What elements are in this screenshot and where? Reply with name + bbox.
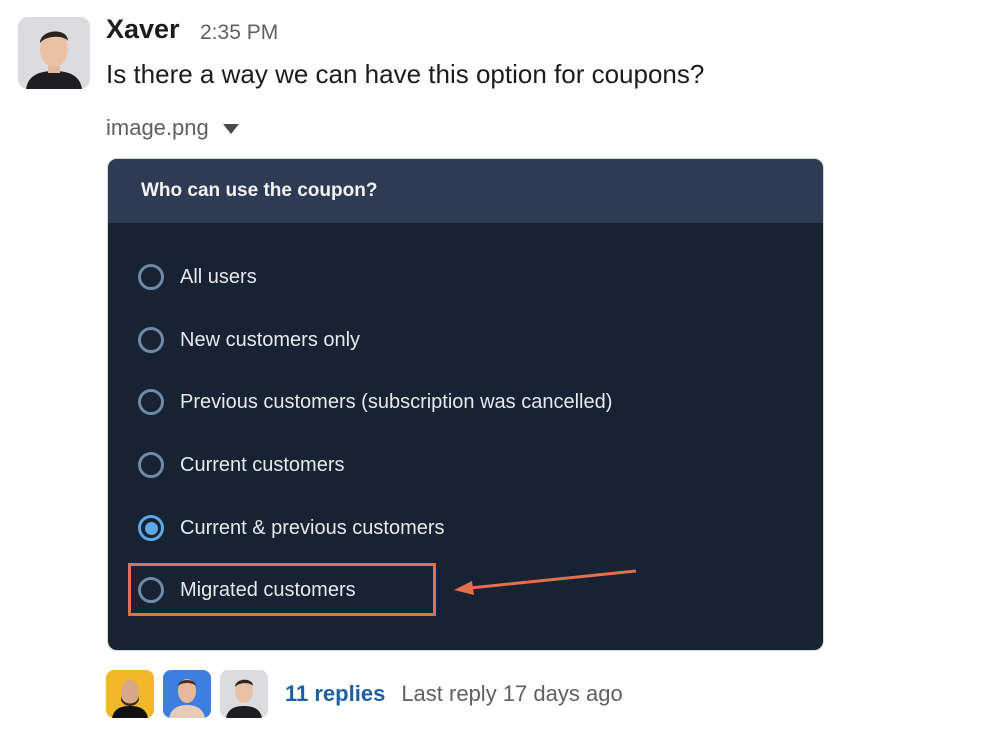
- image-title: Who can use the coupon?: [108, 159, 823, 223]
- highlight-box: [128, 563, 436, 616]
- radio-label: Current customers: [180, 453, 345, 476]
- radio-unchecked-icon: [138, 452, 164, 478]
- caret-down-icon[interactable]: [222, 124, 239, 134]
- radio-option: Previous customers (subscription was can…: [138, 384, 612, 420]
- arrow-left-icon: [454, 569, 637, 595]
- participant-avatar: [163, 670, 211, 718]
- participant-avatar: [220, 670, 268, 718]
- author-name[interactable]: Xaver: [106, 14, 180, 45]
- radio-unchecked-icon: [138, 389, 164, 415]
- radio-label: All users: [180, 265, 257, 288]
- radio-checked-icon: [138, 515, 164, 541]
- attachment-filename: image.png: [106, 115, 209, 140]
- radio-unchecked-icon: [138, 264, 164, 290]
- radio-option: All users: [138, 259, 257, 295]
- message-timestamp[interactable]: 2:35 PM: [200, 21, 278, 45]
- radio-option: Current customers: [138, 447, 345, 483]
- radio-label: Current & previous customers: [180, 516, 445, 539]
- radio-option-selected: Current & previous customers: [138, 510, 445, 546]
- thread-summary[interactable]: 11 replies Last reply 17 days ago: [106, 670, 623, 718]
- radio-unchecked-icon: [138, 327, 164, 353]
- last-reply-text: Last reply 17 days ago: [401, 681, 623, 706]
- replies-link[interactable]: 11 replies: [285, 681, 385, 707]
- radio-option: New customers only: [138, 322, 360, 358]
- attachment-header[interactable]: image.png: [106, 115, 239, 141]
- message-text: Is there a way we can have this option f…: [106, 59, 705, 89]
- author-avatar[interactable]: [18, 17, 90, 89]
- radio-label: Previous customers (subscription was can…: [180, 390, 613, 413]
- participant-avatar: [106, 670, 154, 718]
- radio-label: New customers only: [180, 328, 361, 351]
